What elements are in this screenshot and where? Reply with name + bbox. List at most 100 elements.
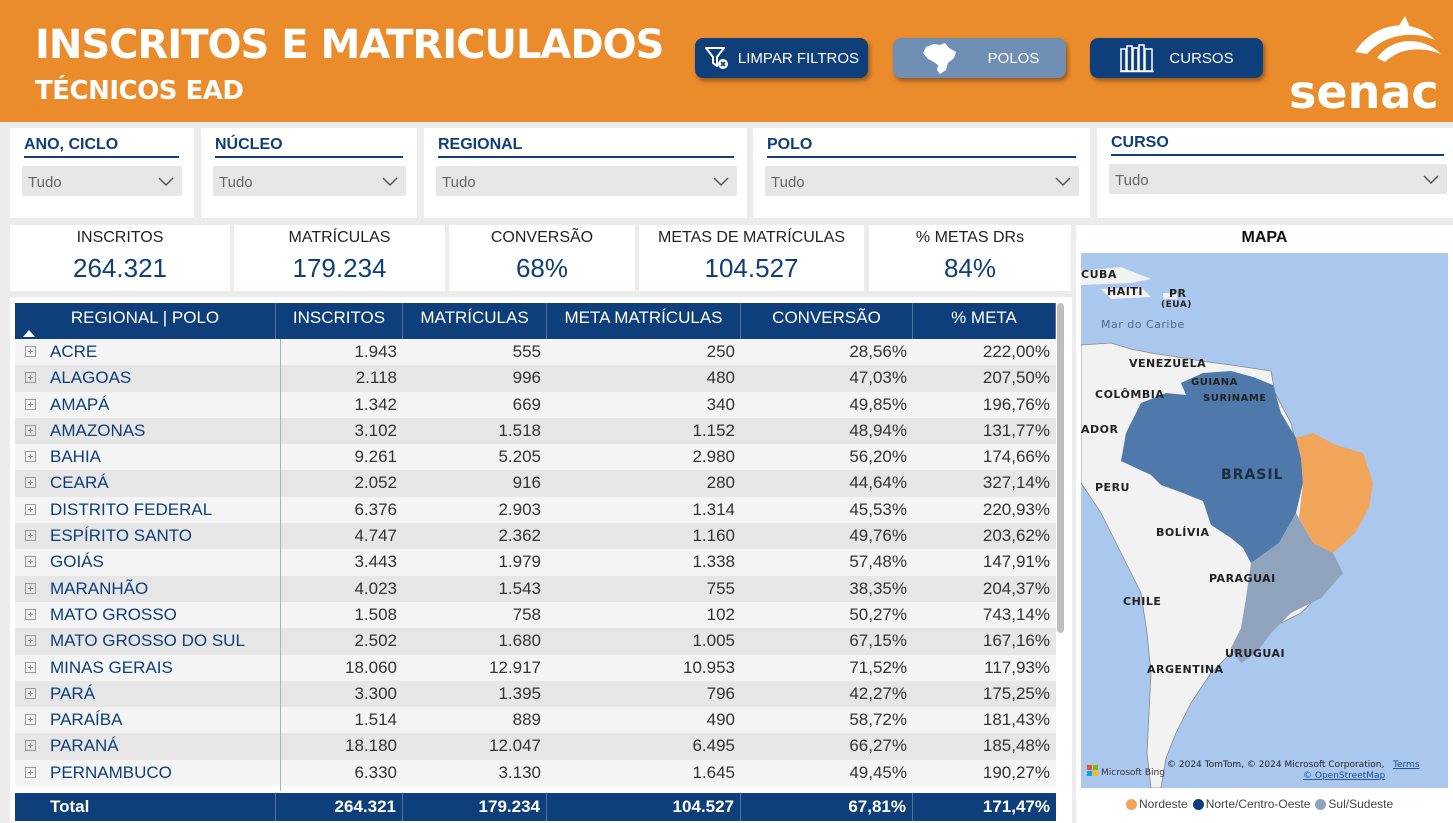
cell-conversao: 49,85% <box>849 394 907 414</box>
table-row[interactable]: ACRE 1.943 555 250 28,56% 222,00% <box>15 339 1056 366</box>
sort-ascending-icon[interactable] <box>23 330 35 337</box>
total-inscritos: 264.321 <box>276 793 403 821</box>
table-total-row: Total 264.321 179.234 104.527 67,81% 171… <box>15 793 1056 821</box>
column-header-matriculas[interactable]: MATRÍCULAS <box>403 303 547 339</box>
curso-dropdown[interactable]: Tudo <box>1109 164 1447 194</box>
cell-meta: 1.005 <box>692 631 735 651</box>
map-label: PERU <box>1095 481 1130 494</box>
cell-pct-meta: 207,50% <box>982 368 1050 388</box>
cursos-button[interactable]: CURSOS <box>1090 38 1263 78</box>
clear-filters-button[interactable]: LIMPAR FILTROS <box>695 38 868 78</box>
table-row[interactable]: MARANHÃO 4.023 1.543 755 38,35% 204,37% <box>15 575 1056 602</box>
map-label: (EUA) <box>1161 300 1192 310</box>
cell-inscritos: 6.376 <box>354 499 397 519</box>
chevron-down-icon <box>382 174 398 191</box>
map-label: GUIANA <box>1191 377 1238 388</box>
table-row[interactable]: ALAGOAS 2.118 996 480 47,03% 207,50% <box>15 365 1056 392</box>
cell-matriculas: 1.395 <box>498 683 541 703</box>
legend-label: Norte/Centro-Oeste <box>1205 797 1311 811</box>
page-title: INSCRITOS E MATRICULADOS <box>35 22 664 68</box>
dropdown-value: Tudo <box>771 174 805 191</box>
filter-label: CURSO <box>1111 134 1169 151</box>
table-row[interactable]: AMAPÁ 1.342 669 340 49,85% 196,76% <box>15 391 1056 418</box>
cell-inscritos: 3.443 <box>354 552 397 572</box>
cell-meta: 10.953 <box>683 657 735 677</box>
legend-item-norte-centro-oeste[interactable]: Norte/Centro-Oeste <box>1192 797 1311 811</box>
filter-nucleo: NÚCLEO Tudo <box>201 128 417 218</box>
map-label: SURINAME <box>1203 393 1267 404</box>
kpi-matriculas: MATRÍCULAS 179.234 <box>234 225 445 291</box>
cursos-label: CURSOS <box>1169 49 1234 67</box>
map-osm-link[interactable]: © OpenStreetMap <box>1303 771 1386 781</box>
column-header-meta[interactable]: META MATRÍCULAS <box>547 303 741 339</box>
polos-button[interactable]: POLOS <box>893 38 1066 78</box>
regional-dropdown[interactable]: Tudo <box>436 166 737 196</box>
cell-inscritos: 1.508 <box>354 604 397 624</box>
page-subtitle: TÉCNICOS EAD <box>35 76 244 106</box>
cell-pct-meta: 220,93% <box>982 499 1050 519</box>
filter-label: ANO, CICLO <box>24 136 119 153</box>
legend-item-nordeste[interactable]: Nordeste <box>1126 797 1188 811</box>
brazil-map-icon <box>920 41 958 75</box>
filter-label: REGIONAL <box>438 136 523 153</box>
table-row[interactable]: PARÁ 3.300 1.395 796 42,27% 175,25% <box>15 680 1056 708</box>
table-row[interactable]: MATO GROSSO DO SUL 2.502 1.680 1.005 67,15% 1… <box>15 628 1056 655</box>
table-row[interactable]: PARAÍBA 1.514 889 490 58,72% 181,43% <box>15 707 1056 734</box>
legend-item-sul-sudeste[interactable]: Sul/Sudeste <box>1315 797 1393 811</box>
cell-pct-meta: 117,93% <box>984 657 1050 677</box>
region-map[interactable]: CUBA HAITI PR (EUA) Mar do Caribe VENEZU… <box>1080 253 1448 789</box>
cell-regional: GOIÁS <box>50 552 104 572</box>
cell-meta: 480 <box>706 368 735 388</box>
cell-regional: MARANHÃO <box>50 578 149 598</box>
cell-conversao: 47,03% <box>849 368 907 388</box>
table-row[interactable]: ESPÍRITO SANTO 4.747 2.362 1.160 49,76% 203,6… <box>15 523 1056 550</box>
cell-conversao: 57,48% <box>849 552 907 572</box>
table-row[interactable]: AMAZONAS 3.102 1.518 1.152 48,94% 131,77% <box>15 417 1056 445</box>
column-header-inscritos[interactable]: INSCRITOS <box>276 303 403 339</box>
cell-pct-meta: 147,91% <box>982 552 1050 572</box>
polo-dropdown[interactable]: Tudo <box>765 166 1079 196</box>
table-row[interactable]: MINAS GERAIS 18.060 12.917 10.953 71,52% 117,… <box>15 654 1056 681</box>
map-terms-link[interactable]: Terms <box>1392 760 1420 770</box>
map-label: BRASIL <box>1221 467 1284 483</box>
column-header-pct-meta[interactable]: % META <box>913 303 1056 339</box>
map-label: CHILE <box>1123 595 1161 608</box>
cell-inscritos: 4.747 <box>354 526 397 546</box>
books-icon <box>1119 43 1155 73</box>
cell-conversao: 48,94% <box>849 420 907 440</box>
cell-conversao: 50,27% <box>849 604 907 624</box>
legend-dot <box>1126 798 1137 810</box>
cell-conversao: 58,72% <box>849 710 907 730</box>
table-row[interactable]: GOIÁS 3.443 1.979 1.338 57,48% 147,91% <box>15 549 1056 576</box>
table-row[interactable]: MATO GROSSO 1.508 758 102 50,27% 743,14% <box>15 601 1056 629</box>
cell-pct-meta: 175,25% <box>982 683 1050 703</box>
cell-conversao: 67,15% <box>849 631 907 651</box>
chevron-down-icon <box>713 174 729 191</box>
column-header-conversao[interactable]: CONVERSÃO <box>741 303 913 339</box>
filter-ano-ciclo: ANO, CICLO Tudo <box>10 128 194 218</box>
cell-inscritos: 2.502 <box>354 631 397 651</box>
nucleo-dropdown[interactable]: Tudo <box>213 166 406 196</box>
ano-ciclo-dropdown[interactable]: Tudo <box>22 166 182 196</box>
table-row[interactable]: PERNAMBUCO 6.330 3.130 1.645 49,45% 190,27% <box>15 759 1056 787</box>
table-scrollbar[interactable] <box>1057 303 1064 633</box>
cell-conversao: 45,53% <box>849 499 907 519</box>
cell-matriculas: 996 <box>512 368 541 388</box>
cell-matriculas: 669 <box>512 394 541 414</box>
table-row[interactable]: DISTRITO FEDERAL 6.376 2.903 1.314 45,53% 220… <box>15 496 1056 524</box>
total-matriculas: 179.234 <box>403 793 547 821</box>
kpi-label: MATRÍCULAS <box>288 229 391 246</box>
map-label: CUBA <box>1081 268 1117 281</box>
kpi-label: % METAS DRs <box>915 229 1025 246</box>
table-row[interactable]: PARANÁ 18.180 12.047 6.495 66,27% 185,48% <box>15 733 1056 760</box>
map-legend: Nordeste Norte/Centro-Oeste Sul/Sudeste <box>1126 797 1398 811</box>
table-row[interactable]: CEARÁ 2.052 916 280 44,64% 327,14% <box>15 470 1056 497</box>
cell-pct-meta: 167,16% <box>982 631 1050 651</box>
dropdown-value: Tudo <box>1115 172 1149 189</box>
table-row[interactable]: BAHIA 9.261 5.205 2.980 56,20% 174,66% <box>15 444 1056 471</box>
column-header-regional[interactable]: REGIONAL | POLO <box>15 303 276 339</box>
cell-meta: 796 <box>706 683 735 703</box>
chevron-down-icon <box>1055 174 1071 191</box>
table-header: REGIONAL | POLO INSCRITOS MATRÍCULAS MET… <box>15 303 1056 339</box>
dashboard: INSCRITOS E MATRICULADOS TÉCNICOS EAD LI… <box>0 0 1453 823</box>
